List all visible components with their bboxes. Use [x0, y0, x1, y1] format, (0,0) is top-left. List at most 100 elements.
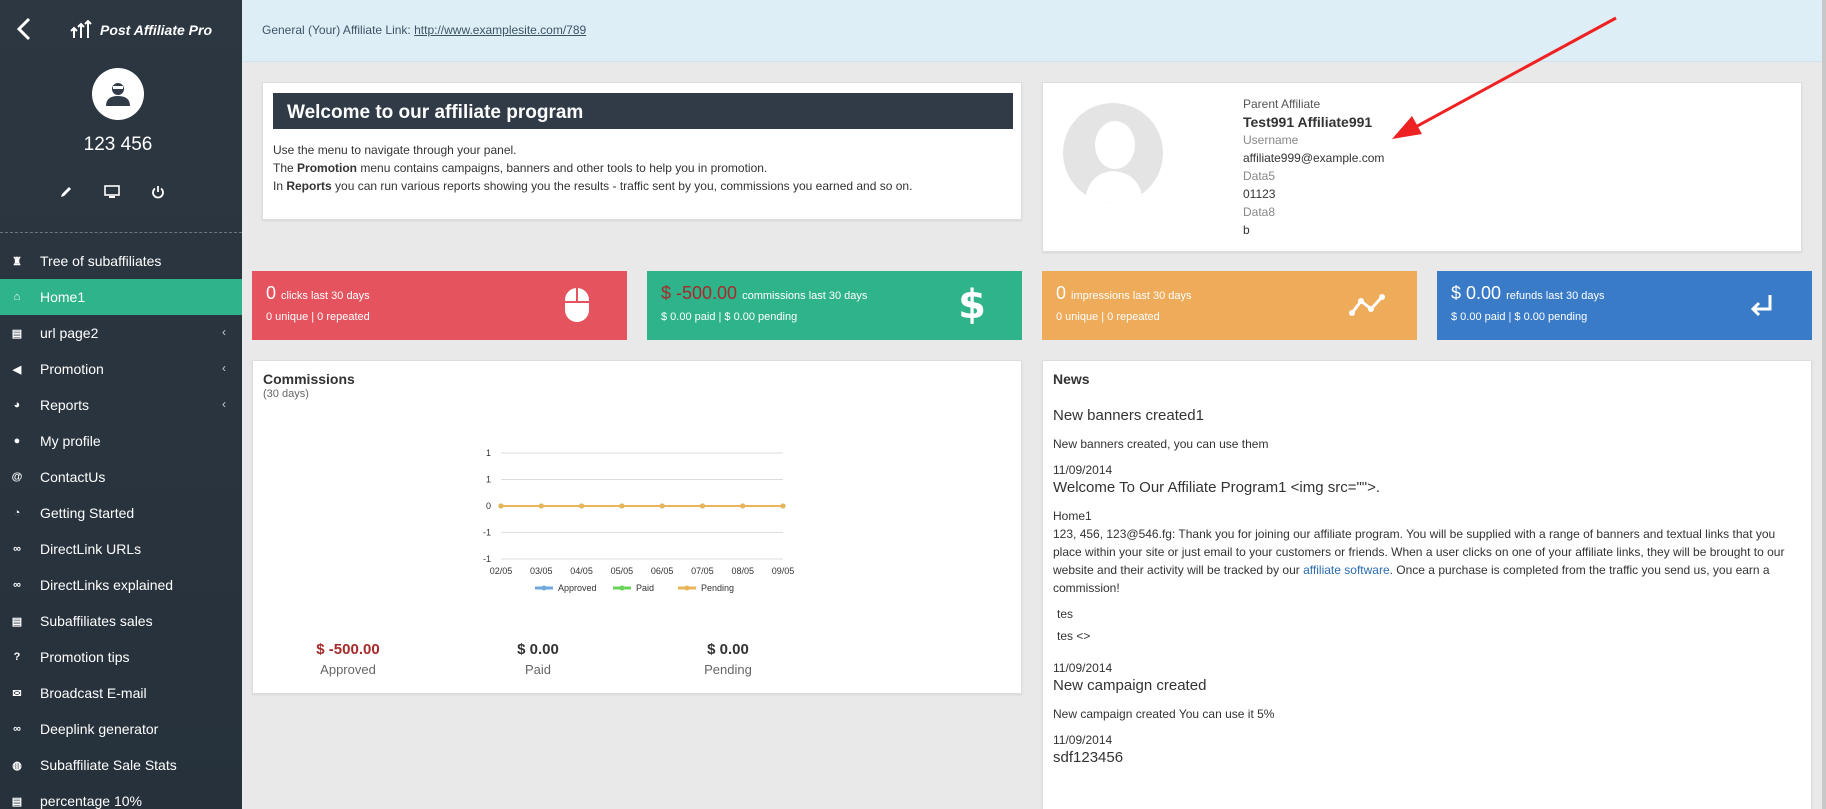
- sidebar-item-promotion[interactable]: ◀ Promotion ‹: [0, 351, 242, 387]
- data-point-pending: [740, 503, 746, 509]
- refunds-sub: $ 0.00 paid | $ 0.00 pending: [1451, 311, 1588, 323]
- data-point-pending: [498, 503, 504, 509]
- sitemap-icon: ♜: [12, 255, 22, 268]
- clicks-stat-card[interactable]: 0 clicks last 30 days 0 unique | 0 repea…: [252, 271, 627, 340]
- news-tes-1: tes: [1057, 607, 1074, 621]
- affiliate-link-text: General (Your) Affiliate Link: http://ww…: [262, 23, 586, 37]
- sidebar-item-label: Subaffiliate Sale Stats: [40, 757, 177, 773]
- affiliate-software-link[interactable]: affiliate software: [1303, 563, 1390, 577]
- sidebar-item-subaffiliate-sale-stats[interactable]: ◍ Subaffiliate Sale Stats: [0, 747, 242, 783]
- x-tick-label: 03/05: [530, 566, 553, 576]
- commissions-subtitle: (30 days): [263, 388, 309, 400]
- app-name: Post Affiliate Pro: [100, 22, 213, 38]
- link-icon: ∞: [13, 543, 21, 555]
- user-icon: ●: [13, 435, 21, 447]
- sidebar-item-label: Promotion: [40, 361, 104, 377]
- commission-total-label: Approved: [320, 662, 376, 677]
- commission-total-value: $ -500.00: [316, 641, 380, 658]
- bullhorn-icon: ◀: [12, 363, 22, 376]
- y-tick-label: -1: [483, 554, 491, 564]
- sidebar-item-label: Home1: [40, 289, 86, 305]
- commissions-label: commissions last 30 days: [742, 290, 868, 302]
- y-tick-label: -1: [483, 528, 491, 538]
- welcome-line-2: The Promotion menu contains campaigns, b…: [273, 161, 768, 175]
- sidebar-item-contactus[interactable]: @ ContactUs: [0, 459, 242, 495]
- impressions-sub: 0 unique | 0 repeated: [1056, 311, 1160, 323]
- sidebar-item-label: My profile: [40, 433, 101, 449]
- data5-label: Data5: [1243, 169, 1276, 183]
- data-point-pending: [538, 503, 544, 509]
- news-panel: News New banners created1 New banners cr…: [1042, 360, 1812, 809]
- sidebar-item-label: Getting Started: [40, 505, 135, 521]
- sidebar-item-promotion-tips[interactable]: ? Promotion tips: [0, 639, 242, 675]
- sidebar-item-broadcast-e-mail[interactable]: ✉ Broadcast E-mail: [0, 675, 242, 711]
- commission-total-value: $ 0.00: [707, 641, 749, 658]
- sidebar-item-subaffiliates-sales[interactable]: ▤ Subaffiliates sales: [0, 603, 242, 639]
- commissions-stat-card[interactable]: $ -500.00 commissions last 30 days $ 0.0…: [647, 271, 1022, 340]
- send-icon: ✉: [12, 687, 22, 700]
- impressions-value: 0: [1056, 283, 1067, 303]
- commissions-title: Commissions: [263, 371, 355, 387]
- red-annotation-arrow: [1392, 16, 1617, 139]
- welcome-line-3: In Reports you can run various reports s…: [273, 179, 913, 193]
- affiliate-link[interactable]: http://www.examplesite.com/789: [414, 23, 586, 37]
- legend-marker: [619, 585, 625, 591]
- commissions-totals: $ -500.00 Approved $ 0.00 Paid $ 0.00 Pending: [253, 641, 823, 677]
- commission-total-pending: $ 0.00 Pending: [633, 641, 823, 677]
- commissions-panel: Commissions (30 days) 1 1 0 -1 -1 02/05 03/05 0…: [252, 360, 1022, 694]
- monitor-icon[interactable]: [104, 184, 120, 200]
- sidebar-item-directlink-urls[interactable]: ∞ DirectLink URLs: [0, 531, 242, 567]
- page-scrollbar[interactable]: [1822, 0, 1826, 809]
- x-tick-label: 09/05: [772, 566, 795, 576]
- commission-total-label: Paid: [524, 662, 552, 677]
- return-icon: [1742, 285, 1782, 325]
- power-icon[interactable]: [150, 184, 166, 200]
- parent-affiliate-label: Parent Affiliate: [1243, 97, 1321, 111]
- sidebar-item-label: ContactUs: [40, 469, 106, 485]
- avatar[interactable]: [92, 68, 144, 120]
- chevron-left-icon: ‹: [222, 325, 226, 339]
- x-tick-label: 07/05: [691, 566, 714, 576]
- sidebar-header: Post Affiliate Pro: [0, 0, 242, 62]
- news-item-body: 123, 456, 123@546.fg: Thank you for join…: [1053, 527, 1785, 595]
- data5-value: 01123: [1243, 187, 1276, 201]
- affiliate-link-label: General (Your) Affiliate Link:: [262, 23, 411, 37]
- x-tick-label: 08/05: [731, 566, 754, 576]
- welcome-text: Use the menu to navigate through your pa…: [273, 141, 912, 195]
- back-chevron-icon[interactable]: [12, 14, 36, 44]
- book-icon: ▤: [11, 327, 23, 340]
- news-item-body: New campaign created You can use it 5%: [1053, 707, 1275, 721]
- sidebar-actions: [58, 184, 166, 200]
- clicks-value: 0: [266, 283, 277, 303]
- refunds-stat-card[interactable]: $ 0.00 refunds last 30 days $ 0.00 paid …: [1437, 271, 1812, 340]
- line-chart-icon: [1347, 285, 1387, 325]
- sidebar-item-getting-started[interactable]: ◔ Getting Started: [0, 495, 242, 531]
- logo[interactable]: Post Affiliate Pro: [70, 20, 212, 40]
- legend-label: Pending: [701, 583, 734, 593]
- news-item-title: sdf123456: [1053, 749, 1124, 766]
- sidebar-item-directlinks-explained[interactable]: ∞ DirectLinks explained: [0, 567, 242, 603]
- sidebar-item-label: Deeplink generator: [40, 721, 159, 737]
- commission-total-label: Pending: [704, 662, 752, 677]
- sidebar-item-home1[interactable]: ⌂ Home1: [0, 279, 242, 315]
- sidebar-item-percentage-10[interactable]: ▤ percentage 10%: [0, 783, 242, 809]
- sidebar-item-reports[interactable]: ◕ Reports ‹: [0, 387, 242, 423]
- username-value: affiliate999@example.com: [1243, 151, 1385, 165]
- legend-label: Approved: [558, 583, 597, 593]
- sidebar-item-my-profile[interactable]: ● My profile: [0, 423, 242, 459]
- dollar-icon: $: [958, 282, 986, 328]
- edit-icon[interactable]: [58, 184, 74, 200]
- impressions-stat-card[interactable]: 0 impressions last 30 days 0 unique | 0 …: [1042, 271, 1417, 340]
- data-point-pending: [780, 503, 786, 509]
- sidebar-item-deeplink-generator[interactable]: ∞ Deeplink generator: [0, 711, 242, 747]
- welcome-title: Welcome to our affiliate program: [273, 93, 1013, 129]
- legend-marker: [684, 585, 690, 591]
- sidebar-menu: ♜ Tree of subaffiliates ⌂ Home1 ▤ url page2 ‹ ◀…: [0, 243, 242, 809]
- x-tick-label: 05/05: [611, 566, 634, 576]
- sidebar-item-url-page2[interactable]: ▤ url page2 ‹: [0, 315, 242, 351]
- sidebar-item-label: url page2: [40, 325, 99, 341]
- at-icon: @: [11, 471, 23, 483]
- book-icon: ▤: [11, 795, 23, 808]
- sidebar-item-tree-of-subaffiliates[interactable]: ♜ Tree of subaffiliates: [0, 243, 242, 279]
- y-tick-label: 1: [486, 448, 491, 458]
